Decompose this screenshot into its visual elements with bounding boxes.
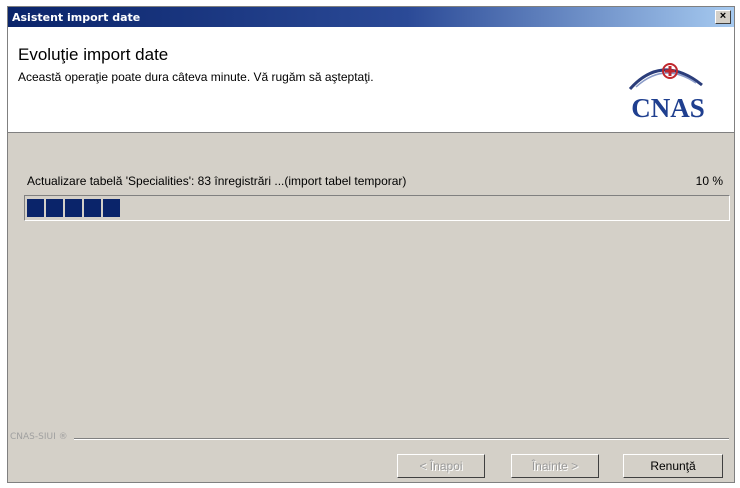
cancel-button[interactable]: Renunţă: [623, 454, 723, 478]
title-bar[interactable]: Asistent import date ×: [8, 7, 734, 27]
progress-block: [65, 199, 82, 217]
progress-status-text: Actualizare tabelă 'Specialities': 83 în…: [27, 174, 407, 188]
progress-block: [46, 199, 63, 217]
progress-fill: [27, 199, 120, 217]
footer-divider: [74, 438, 729, 440]
next-button[interactable]: Înainte >: [511, 454, 599, 478]
progress-block: [84, 199, 101, 217]
import-wizard-window: Asistent import date × Evoluţie import d…: [7, 6, 735, 483]
progress-block: [27, 199, 44, 217]
page-subtitle: Această operaţie poate dura câteva minut…: [18, 70, 374, 84]
wizard-header: Evoluţie import date Această operaţie po…: [8, 27, 734, 133]
logo-text: CNAS: [631, 93, 705, 123]
window-title: Asistent import date: [12, 10, 141, 24]
progress-block: [103, 199, 120, 217]
close-button[interactable]: ×: [715, 10, 731, 24]
back-button[interactable]: < Înapoi: [397, 454, 485, 478]
footer-brand-label: CNAS-SIUI ®: [10, 432, 68, 442]
cnas-logo-icon: CNAS: [628, 63, 705, 123]
progress-percent: 10 %: [695, 174, 723, 188]
progress-bar: [24, 195, 730, 221]
page-title: Evoluţie import date: [18, 45, 169, 64]
